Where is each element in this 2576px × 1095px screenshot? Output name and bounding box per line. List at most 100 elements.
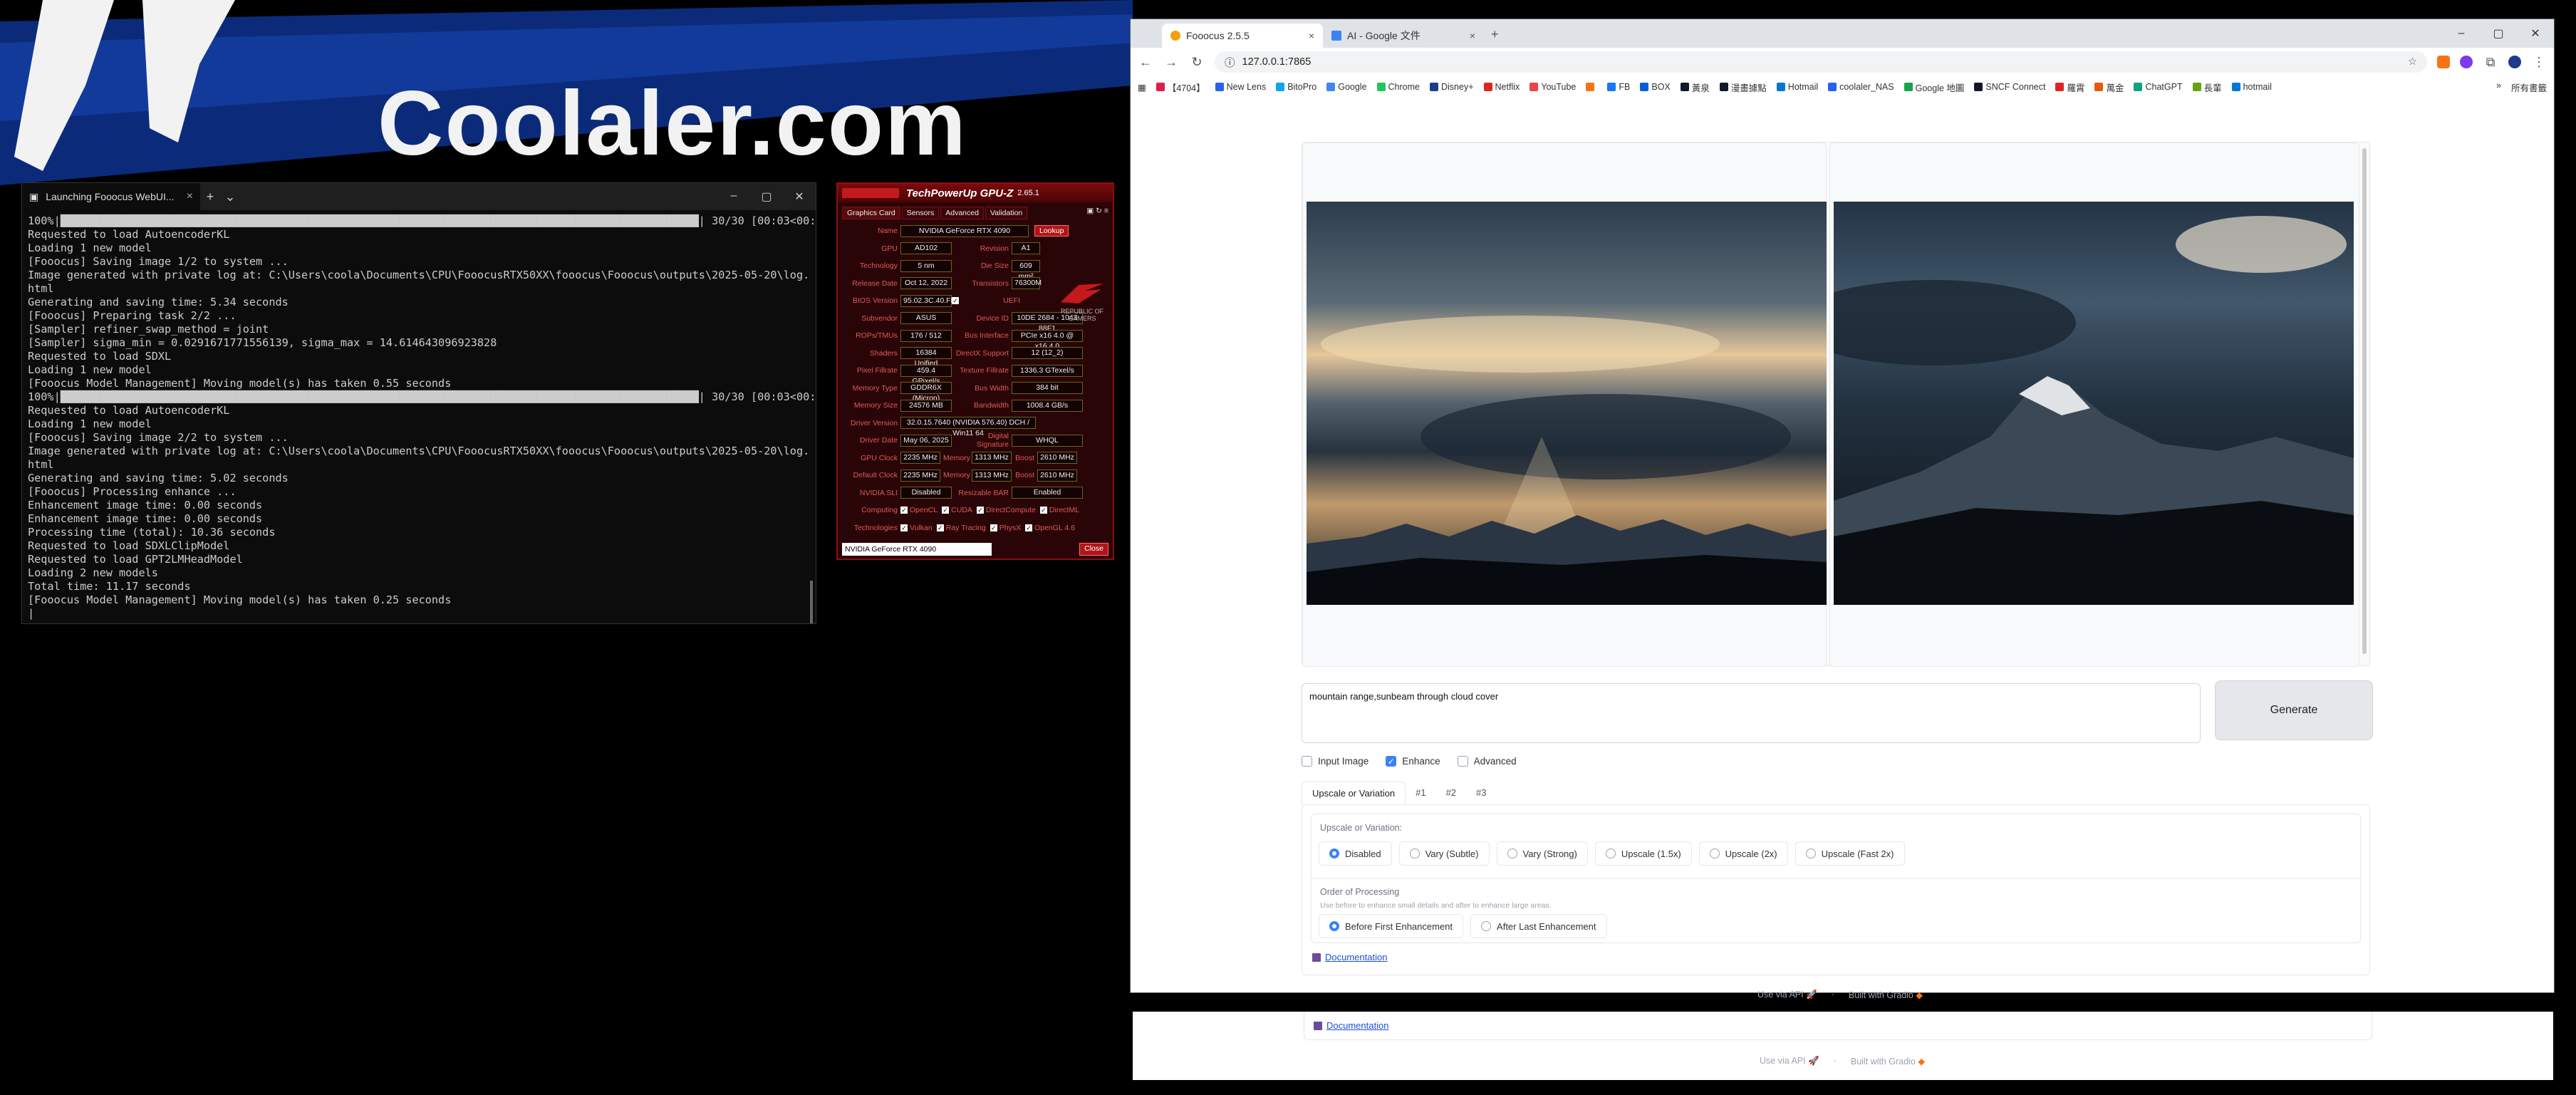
checkbox-box[interactable] [1302,756,1312,767]
gpuz-titlebar[interactable]: TechPowerUp GPU-Z 2.65.1 [838,184,1113,202]
forward-icon[interactable]: → [1163,55,1179,70]
bookmark-label[interactable]: BOX [1651,82,1670,92]
radio-dot[interactable] [1409,849,1420,858]
bookmark-label[interactable]: 長輩 [2204,81,2222,94]
menu-kebab-icon[interactable]: ⋮ [2531,55,2547,70]
close-tab-icon[interactable]: × [1470,30,1475,41]
back-icon[interactable]: ← [1138,55,1153,70]
radio-label[interactable]: Vary (Strong) [1523,849,1577,859]
maximize-icon[interactable]: ▢ [2480,26,2517,41]
new-tab-icon[interactable]: + [1484,27,1506,48]
bookmark-item[interactable] [1586,83,1597,91]
bookmark-item[interactable]: 漫畫據點 [1719,81,1767,94]
radio-option[interactable]: Upscale (2x) [1698,841,1788,866]
gpuz-toolbar-icons[interactable]: ▣ ↻ ≡ [1086,207,1108,219]
checkbox-advanced[interactable]: Advanced [1457,756,1517,767]
documentation-label[interactable]: Documentation [1325,952,1387,962]
bookmark-item[interactable]: SNCF Connect [1974,82,2045,92]
page-viewport[interactable]: mountain range,sunbeam through cloud cov… [1131,99,2555,1000]
radio-option[interactable]: After Last Enhancement [1470,914,1607,938]
lookup-button[interactable]: Lookup [1034,225,1069,237]
browser-tabstrip[interactable]: Fooocus 2.5.5 × AI - Google 文件 × + – ▢ ✕ [1131,19,2554,48]
checkbox-label[interactable]: Enhance [1402,756,1440,767]
bookmark-label[interactable]: Disney+ [1441,82,1474,92]
address-bar[interactable]: ⓘ 127.0.0.1:7865 ☆ [1215,51,2427,73]
bookmark-item[interactable]: 【4704】 [1155,81,1205,94]
radio-dot[interactable] [1709,849,1720,858]
radio-option[interactable]: Before First Enhancement [1319,914,1464,938]
bookmark-item[interactable]: FB [1607,82,1630,92]
bookmark-label[interactable]: 漫畫據點 [1731,81,1767,94]
prompt-input[interactable]: mountain range,sunbeam through cloud cov… [1302,683,2201,743]
radio-dot[interactable] [1329,849,1339,858]
gpuz-tab[interactable]: Validation [985,207,1028,219]
gallery-scrollbar[interactable] [2362,148,2367,654]
bookmark-label[interactable]: SNCF Connect [1985,82,2045,92]
radio-label[interactable]: Vary (Subtle) [1425,849,1479,859]
radio-dot[interactable] [1481,921,1492,931]
bookmark-item[interactable]: BOX [1640,82,1671,92]
radio-option[interactable]: Vary (Strong) [1496,841,1588,866]
radio-label[interactable]: Disabled [1345,849,1381,859]
radio-dot[interactable] [1805,849,1816,858]
gpuz-tab[interactable]: Advanced [940,207,984,219]
gpuz-tab[interactable]: Sensors [901,207,940,219]
radio-dot[interactable] [1329,921,1339,931]
use-via-api-link[interactable]: Use via API 🚀 [1760,1056,1819,1067]
bookmark-item[interactable]: Hotmail [1776,82,1818,92]
terminal-tab[interactable]: ▣ Launching Fooocus WebUI... × [22,183,200,210]
generated-image-1[interactable] [1307,202,1827,605]
radio-dot[interactable] [1507,849,1517,858]
bookmark-item[interactable]: coolaler_NAS [1828,82,1894,92]
bookmark-item[interactable]: ChatGPT [2134,82,2183,92]
bookmark-item[interactable]: New Lens [1215,82,1267,92]
terminal-window[interactable]: ▣ Launching Fooocus WebUI... × + ⌄ – ▢ ✕… [21,182,816,624]
terminal-scrollbar[interactable] [810,581,813,623]
bookmark-item[interactable]: Google 地圖 [1904,81,1965,94]
close-tab-icon[interactable]: × [187,190,193,203]
bookmark-label[interactable]: Google 地圖 [1916,81,1965,94]
bookmark-label[interactable]: ChatGPT [2145,82,2182,92]
checkbox-label[interactable]: Advanced [1474,756,1517,767]
checkbox-input-image[interactable]: Input Image [1302,756,1368,767]
maximize-icon[interactable]: ▢ [750,190,783,204]
bookmark-label[interactable]: BitoPro [1287,82,1316,92]
bookmark-label[interactable]: New Lens [1227,82,1267,92]
bookmark-item[interactable]: 黃泉 [1680,81,1710,94]
bookmark-label[interactable]: FB [1619,82,1630,92]
close-tab-icon[interactable]: × [1309,30,1314,41]
documentation-link[interactable]: Documentation [1314,1020,1388,1031]
radio-option[interactable]: Disabled [1319,841,1392,866]
documentation-label[interactable]: Documentation [1326,1020,1388,1031]
checkbox-label[interactable]: Input Image [1318,756,1368,767]
all-bookmarks-folder[interactable]: 所有書籤 [2511,81,2547,94]
bookmark-label[interactable]: Chrome [1388,82,1420,92]
terminal-titlebar[interactable]: ▣ Launching Fooocus WebUI... × + ⌄ – ▢ ✕ [22,183,816,210]
bookmark-item[interactable]: 長輩 [2192,81,2222,94]
radio-label[interactable]: Before First Enhancement [1345,921,1453,932]
bookmark-item[interactable]: 羅霄 [2055,81,2084,94]
close-button[interactable]: Close [1079,543,1108,556]
tab-upscale-or-variation[interactable]: Upscale or Variation [1302,782,1406,805]
browser-tab-google-docs[interactable]: AI - Google 文件 × [1323,24,1484,48]
radio-option[interactable]: Upscale (Fast 2x) [1795,841,1905,866]
documentation-link[interactable]: Documentation [1312,952,1387,962]
gpuz-window[interactable]: TechPowerUp GPU-Z 2.65.1 Graphics Card Se… [836,182,1114,560]
generate-button[interactable]: Generate [2215,680,2373,740]
browser-window[interactable]: Fooocus 2.5.5 × AI - Google 文件 × + – ▢ ✕… [1130,19,2555,1000]
radio-label[interactable]: Upscale (Fast 2x) [1822,849,1894,859]
bookmark-label[interactable]: hotmail [2243,82,2272,92]
bookmark-item[interactable]: YouTube [1530,82,1576,92]
reload-icon[interactable]: ↻ [1189,55,1205,70]
bookmark-label[interactable]: YouTube [1541,82,1576,92]
gpu-select[interactable]: NVIDIA GeForce RTX 4090 [842,543,992,556]
bookmark-label[interactable]: 【4704】 [1168,81,1205,94]
built-with-gradio-link[interactable]: Built with Gradio ◆ [1851,1056,1925,1067]
url-text[interactable]: 127.0.0.1:7865 [1242,56,1312,68]
bookmark-label[interactable]: 黃泉 [1692,81,1710,94]
tab-enhance-3[interactable]: #3 [1466,782,1496,805]
more-bookmarks-icon[interactable]: » [2496,81,2501,94]
bookmark-label[interactable]: coolaler_NAS [1839,82,1894,92]
browser-tab-fooocus[interactable]: Fooocus 2.5.5 × [1162,24,1323,48]
minimize-icon[interactable]: – [2443,27,2480,40]
